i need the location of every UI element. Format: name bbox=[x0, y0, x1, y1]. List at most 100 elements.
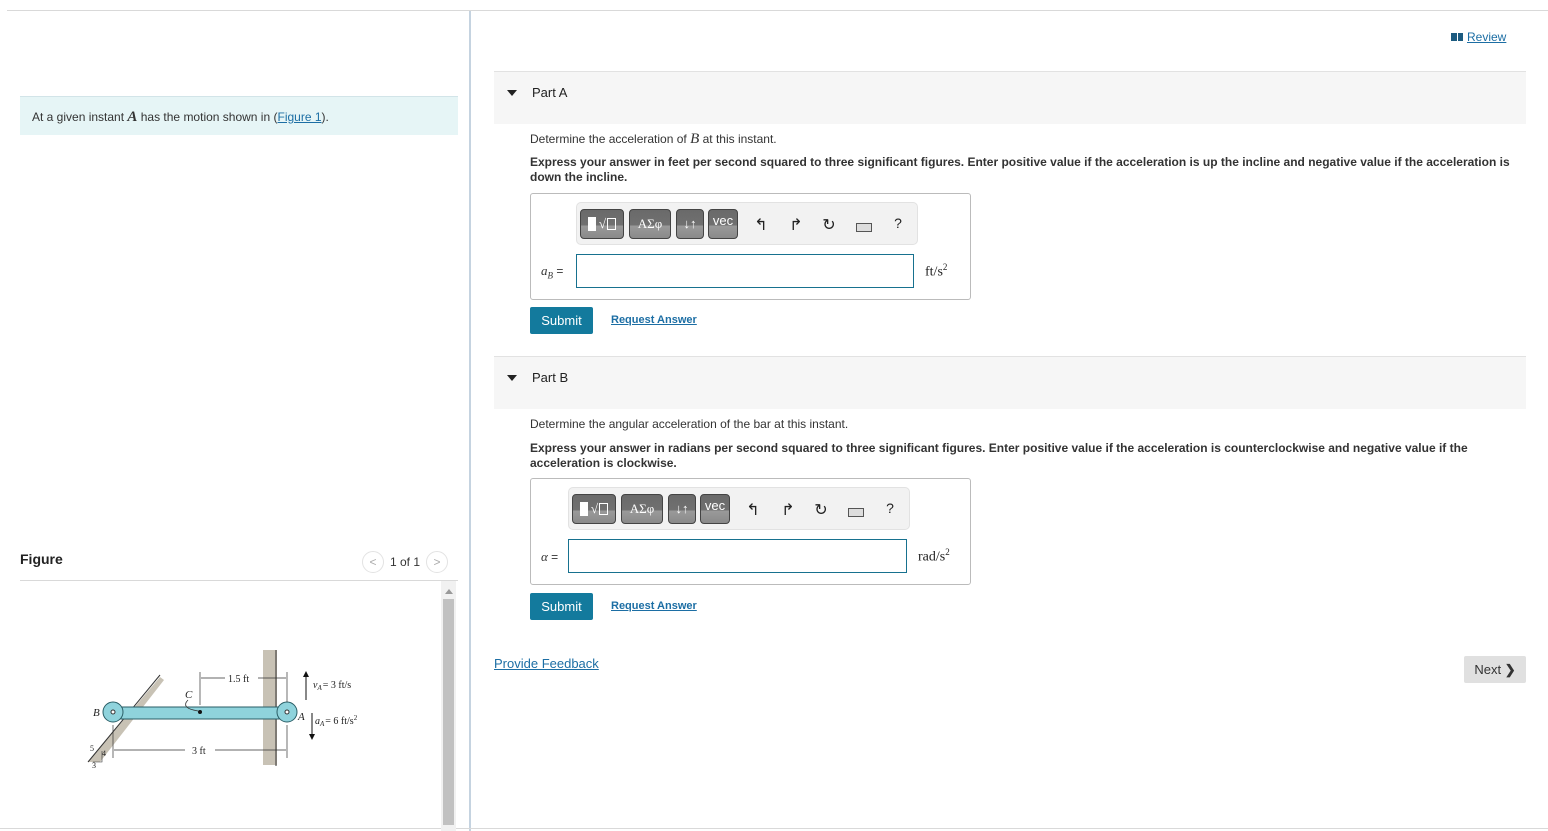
scroll-up-arrow-icon[interactable] bbox=[441, 585, 456, 597]
next-label: Next bbox=[1474, 661, 1502, 677]
caret-down-icon bbox=[507, 375, 517, 381]
templates-button[interactable]: √ bbox=[572, 494, 616, 524]
part-b-question: Determine the angular acceleration of th… bbox=[530, 417, 848, 431]
math-toolbar: √ ΑΣφ ↓↑ vec ↰ ↱ ↻ ? bbox=[568, 487, 910, 530]
subscript-superscript-button[interactable]: ↓↑ bbox=[668, 494, 696, 524]
part-b-unit: rad/s2 bbox=[918, 547, 950, 566]
figure-pager-text: 1 of 1 bbox=[390, 555, 421, 569]
reset-icon[interactable]: ↻ bbox=[820, 215, 838, 235]
keyboard-icon[interactable] bbox=[848, 508, 864, 517]
figure-link[interactable]: Figure 1 bbox=[277, 110, 321, 124]
question-prefix: Determine the acceleration of bbox=[530, 132, 691, 146]
help-icon[interactable]: ? bbox=[881, 500, 899, 516]
part-a-question: Determine the acceleration of B at this … bbox=[530, 131, 777, 148]
answer-var: α bbox=[541, 549, 548, 564]
pin-B bbox=[110, 709, 116, 715]
scrollbar-thumb[interactable] bbox=[443, 599, 454, 825]
label-A: A bbox=[297, 711, 305, 723]
label-C: C bbox=[185, 689, 193, 701]
unit-exp: 2 bbox=[942, 262, 948, 272]
caret-down-icon bbox=[507, 90, 517, 96]
question-prefix: Determine the angular acceleration of th… bbox=[530, 417, 849, 431]
provide-feedback-link[interactable]: Provide Feedback bbox=[494, 656, 599, 671]
bottom-rule bbox=[0, 828, 1548, 829]
unit-text: ft/s bbox=[925, 264, 943, 280]
part-a-answer-input[interactable] bbox=[576, 254, 914, 288]
review-link[interactable]: Review bbox=[1451, 30, 1506, 44]
reset-icon[interactable]: ↻ bbox=[812, 500, 830, 520]
chevron-left-icon: < bbox=[369, 555, 377, 569]
vector-button[interactable]: vec bbox=[708, 209, 738, 239]
book-icon bbox=[1451, 33, 1463, 41]
templates-button[interactable]: √ bbox=[580, 209, 624, 239]
figure-scrollbar[interactable] bbox=[441, 581, 456, 831]
chevron-right-icon: ❯ bbox=[1504, 661, 1516, 677]
template-block-icon bbox=[579, 502, 588, 516]
undo-icon[interactable]: ↰ bbox=[752, 215, 770, 235]
part-b-answer-box: √ ΑΣφ ↓↑ vec ↰ ↱ ↻ ? α = rad/s2 bbox=[530, 478, 971, 585]
radical-icon: √ bbox=[590, 501, 599, 516]
figure-prev-button[interactable]: < bbox=[362, 551, 384, 573]
figure-pager: < 1 of 1 > bbox=[362, 551, 449, 573]
part-a-request-answer-link[interactable]: Request Answer bbox=[611, 314, 697, 326]
label-dim-top: 1.5 ft bbox=[228, 674, 249, 685]
part-b-submit-button[interactable]: Submit bbox=[530, 593, 593, 620]
part-a-submit-button[interactable]: Submit bbox=[530, 307, 593, 334]
bar-diagram-svg: B C A 1.5 ft 3 ft vA= 3 ft/s aA= 6 ft/s2… bbox=[87, 650, 358, 770]
part-a-title: Part A bbox=[532, 85, 568, 100]
template-block-icon bbox=[587, 217, 596, 231]
radical-icon: √ bbox=[598, 216, 607, 231]
part-a-header[interactable]: Part A bbox=[494, 72, 1526, 124]
redo-icon[interactable]: ↱ bbox=[787, 215, 805, 235]
label-slope-4: 4 bbox=[102, 749, 106, 758]
acceleration-arrowhead bbox=[309, 734, 315, 740]
greek-symbols-button[interactable]: ΑΣφ bbox=[621, 494, 663, 524]
label-slope-3: 3 bbox=[92, 761, 96, 770]
intro-suffix: ). bbox=[321, 110, 329, 124]
part-b-request-answer-link[interactable]: Request Answer bbox=[611, 600, 697, 612]
greek-symbols-button[interactable]: ΑΣφ bbox=[629, 209, 671, 239]
undo-icon[interactable]: ↰ bbox=[744, 500, 762, 520]
vector-button[interactable]: vec bbox=[700, 494, 730, 524]
label-vA: vA= 3 ft/s bbox=[313, 680, 351, 692]
part-a-instruction: Express your answer in feet per second s… bbox=[530, 155, 1510, 184]
column-divider bbox=[469, 11, 471, 831]
intro-math-A: A bbox=[127, 109, 138, 125]
point-C bbox=[198, 710, 202, 714]
subscript-superscript-button[interactable]: ↓↑ bbox=[676, 209, 704, 239]
help-icon[interactable]: ? bbox=[889, 215, 907, 231]
template-box-icon bbox=[599, 503, 609, 515]
template-box-icon bbox=[607, 218, 617, 230]
redo-icon[interactable]: ↱ bbox=[779, 500, 797, 520]
review-label[interactable]: Review bbox=[1467, 30, 1506, 44]
part-b-answer-input[interactable] bbox=[568, 539, 907, 573]
figure-diagram: B C A 1.5 ft 3 ft vA= 3 ft/s aA= 6 ft/s2… bbox=[80, 640, 380, 775]
next-button[interactable]: Next ❯ bbox=[1464, 656, 1526, 683]
top-rule bbox=[7, 10, 1548, 11]
answer-eq: = bbox=[553, 264, 564, 278]
chevron-right-icon: > bbox=[433, 555, 441, 569]
velocity-arrowhead bbox=[303, 671, 309, 677]
part-b-title: Part B bbox=[532, 370, 569, 385]
figure-next-button[interactable]: > bbox=[426, 551, 449, 573]
part-a-unit: ft/s2 bbox=[925, 262, 947, 281]
intro-prefix: At a given instant bbox=[32, 110, 128, 124]
answer-eq: = bbox=[547, 550, 559, 564]
part-a-answer-box: √ ΑΣφ ↓↑ vec ↰ ↱ ↻ ? aB = ft/s2 bbox=[530, 193, 971, 300]
label-slope-5: 5 bbox=[90, 744, 94, 753]
figure-title: Figure bbox=[20, 551, 63, 567]
question-suffix: at this instant. bbox=[699, 132, 777, 146]
part-b-instruction: Express your answer in radians per secon… bbox=[530, 441, 1468, 470]
label-dim-bottom: 3 ft bbox=[192, 746, 206, 757]
intro-middle: has the motion shown in ( bbox=[137, 110, 278, 124]
pin-A bbox=[284, 709, 290, 715]
keyboard-icon[interactable] bbox=[856, 223, 872, 232]
math-toolbar: √ ΑΣφ ↓↑ vec ↰ ↱ ↻ ? bbox=[576, 202, 918, 245]
figure-rule bbox=[20, 580, 458, 581]
part-a-answer-label: aB = bbox=[541, 263, 563, 280]
unit-exp: 2 bbox=[945, 547, 950, 557]
part-b-answer-label: α = bbox=[541, 549, 558, 565]
part-b-header[interactable]: Part B bbox=[494, 357, 1526, 409]
label-B: B bbox=[93, 707, 100, 719]
unit-text: rad/s bbox=[918, 549, 946, 565]
